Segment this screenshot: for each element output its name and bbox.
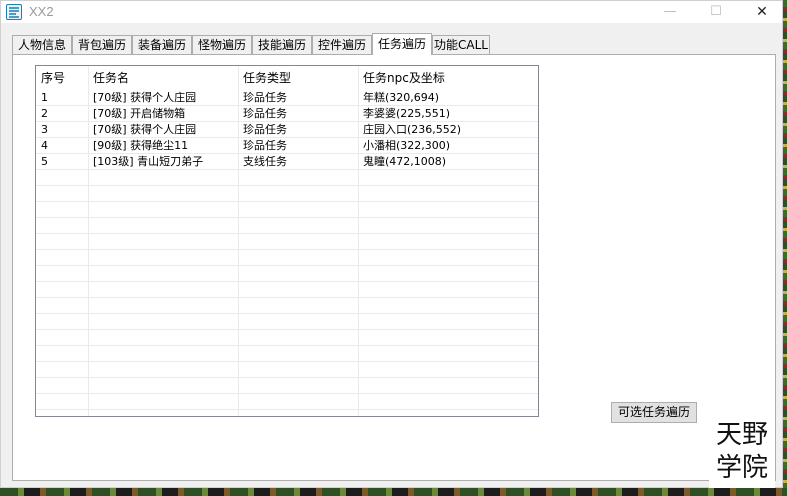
- quest-list[interactable]: 序号 任务名 任务类型 任务npc及坐标 1 [70级] 获得个人庄园 珍品任务…: [35, 65, 539, 417]
- cell-quest-name: [70级] 获得个人庄园: [93, 91, 197, 104]
- empty-row: [36, 218, 538, 234]
- column-header-index[interactable]: 序号: [36, 66, 88, 90]
- empty-row: [36, 170, 538, 186]
- column-header-quest-name[interactable]: 任务名: [88, 66, 238, 90]
- tab-quests[interactable]: 任务遍历: [372, 33, 432, 55]
- tab-skills[interactable]: 技能遍历: [252, 35, 312, 54]
- cell-index: 4: [41, 139, 48, 152]
- cell-quest-type: 珍品任务: [243, 91, 287, 104]
- cell-quest-type: 珍品任务: [243, 107, 287, 120]
- maximize-button[interactable]: ☐: [693, 1, 739, 23]
- empty-row: [36, 378, 538, 394]
- empty-row: [36, 266, 538, 282]
- empty-row: [36, 282, 538, 298]
- cell-index: 2: [41, 107, 48, 120]
- table-row[interactable]: 2 [70级] 开启储物箱 珍品任务 李婆婆(225,551): [36, 106, 538, 122]
- cell-npc-coords: 李婆婆(225,551): [363, 107, 451, 120]
- tab-label: 背包遍历: [77, 38, 126, 52]
- tab-label: 怪物遍历: [197, 38, 246, 52]
- tab-controls[interactable]: 控件遍历: [312, 35, 372, 54]
- empty-row: [36, 330, 538, 346]
- quest-list-header: 序号 任务名 任务类型 任务npc及坐标: [36, 66, 538, 90]
- tab-label: 人物信息: [17, 38, 66, 52]
- tab-label: 装备遍历: [137, 38, 186, 52]
- empty-row: [36, 250, 538, 266]
- app-icon: [6, 4, 22, 20]
- cell-index: 1: [41, 91, 48, 104]
- empty-row: [36, 362, 538, 378]
- cell-quest-name: [90级] 获得绝尘11: [93, 139, 189, 152]
- watermark: 天野 学院: [709, 416, 775, 488]
- tab-label: 技能遍历: [257, 38, 306, 52]
- optional-quest-traverse-button[interactable]: 可选任务遍历: [611, 402, 697, 423]
- table-row[interactable]: 1 [70级] 获得个人庄园 珍品任务 年糕(320,694): [36, 90, 538, 106]
- background-strip-bottom: [0, 488, 787, 496]
- cell-npc-coords: 年糕(320,694): [363, 91, 440, 104]
- tab-label: 控件遍历: [317, 38, 366, 52]
- cell-quest-type: 珍品任务: [243, 139, 287, 152]
- cell-npc-coords: 庄园入口(236,552): [363, 123, 462, 136]
- window-title: XX2: [29, 4, 54, 19]
- minimize-button[interactable]: —: [647, 1, 693, 23]
- client-area: 人物信息 背包遍历 装备遍历 怪物遍历 技能遍历 控件遍历 任务遍历 功能CAL…: [1, 23, 782, 487]
- cell-index: 3: [41, 123, 48, 136]
- cell-index: 5: [41, 155, 48, 168]
- cell-npc-coords: 鬼瞳(472,1008): [363, 155, 447, 168]
- empty-row: [36, 234, 538, 250]
- cell-quest-name: [103级] 青山短刀弟子: [93, 155, 204, 168]
- empty-row: [36, 346, 538, 362]
- tab-character-info[interactable]: 人物信息: [12, 35, 72, 54]
- table-row[interactable]: 3 [70级] 获得个人庄园 珍品任务 庄园入口(236,552): [36, 122, 538, 138]
- empty-row: [36, 298, 538, 314]
- tab-label: 功能CALL: [434, 38, 488, 52]
- quest-tab-panel: 序号 任务名 任务类型 任务npc及坐标 1 [70级] 获得个人庄园 珍品任务…: [12, 54, 776, 481]
- tab-label: 任务遍历: [377, 37, 426, 51]
- empty-row: [36, 186, 538, 202]
- column-header-quest-type[interactable]: 任务类型: [238, 66, 358, 90]
- close-button[interactable]: ✕: [739, 1, 785, 23]
- tab-equipment[interactable]: 装备遍历: [132, 35, 192, 54]
- watermark-line-2: 学院: [715, 453, 768, 483]
- cell-quest-type: 支线任务: [243, 155, 287, 168]
- tab-function-call[interactable]: 功能CALL: [432, 35, 490, 54]
- tab-monsters[interactable]: 怪物遍历: [192, 35, 252, 54]
- cell-npc-coords: 小潘相(322,300): [363, 139, 451, 152]
- title-bar[interactable]: XX2 — ☐ ✕: [1, 1, 782, 23]
- table-row[interactable]: 4 [90级] 获得绝尘11 珍品任务 小潘相(322,300): [36, 138, 538, 154]
- cell-quest-type: 珍品任务: [243, 123, 287, 136]
- cell-quest-name: [70级] 开启储物箱: [93, 107, 186, 120]
- main-window: XX2 — ☐ ✕ 人物信息 背包遍历 装备遍历 怪物遍历 技能遍历 控件遍历 …: [0, 0, 783, 488]
- cell-quest-name: [70级] 获得个人庄园: [93, 123, 197, 136]
- background-strip-right: [783, 0, 787, 496]
- watermark-line-1: 天野: [715, 420, 768, 450]
- empty-row: [36, 394, 538, 410]
- table-row[interactable]: 5 [103级] 青山短刀弟子 支线任务 鬼瞳(472,1008): [36, 154, 538, 170]
- empty-row: [36, 202, 538, 218]
- tab-bag[interactable]: 背包遍历: [72, 35, 132, 54]
- empty-row: [36, 314, 538, 330]
- column-header-npc-coords[interactable]: 任务npc及坐标: [358, 66, 538, 90]
- quest-rows: 1 [70级] 获得个人庄园 珍品任务 年糕(320,694) 2 [70级] …: [36, 90, 538, 410]
